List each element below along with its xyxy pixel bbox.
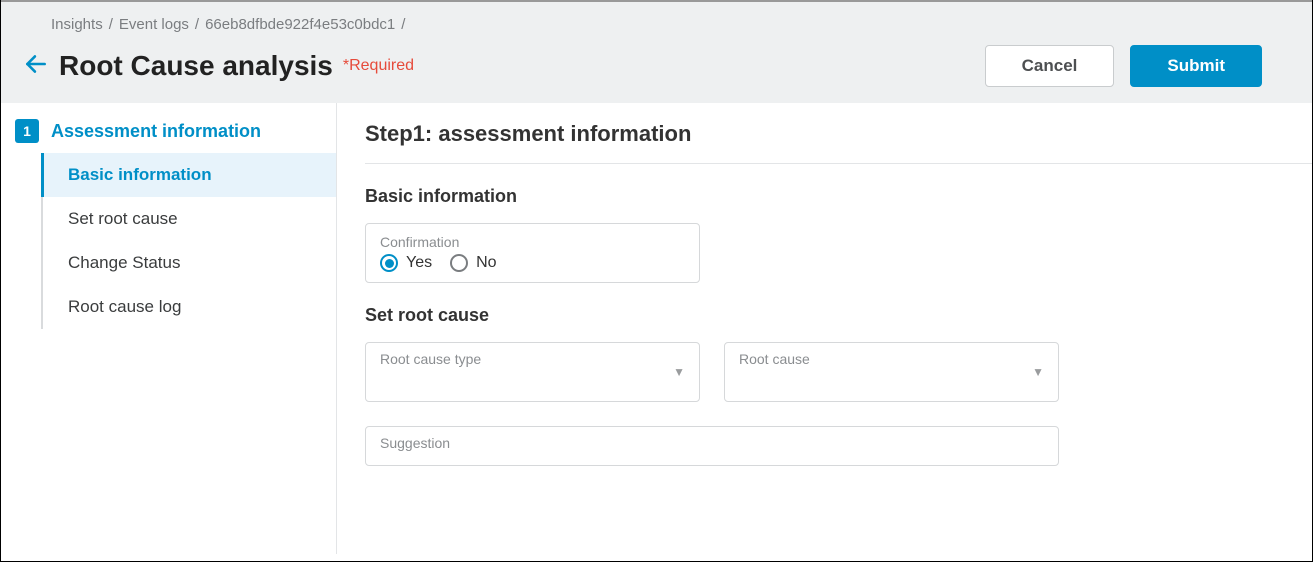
content-heading: Step1: assessment information [365, 121, 1312, 164]
confirmation-card: Confirmation Yes No [365, 223, 700, 283]
back-arrow-icon[interactable] [23, 51, 49, 81]
sidebar-item-label: Change Status [68, 253, 180, 273]
sidebar-item-label: Set root cause [68, 209, 178, 229]
cancel-button[interactable]: Cancel [985, 45, 1115, 87]
radio-label: No [476, 254, 496, 272]
sidebar-item-change-status[interactable]: Change Status [41, 241, 336, 285]
breadcrumb-sep: / [109, 16, 113, 33]
breadcrumb-event-logs[interactable]: Event logs [119, 16, 189, 33]
required-note: *Required [343, 57, 414, 75]
sidebar-item-label: Basic information [68, 165, 212, 185]
step-header[interactable]: 1 Assessment information [15, 119, 336, 143]
select-label: Root cause [739, 351, 1044, 367]
radio-icon [450, 254, 468, 272]
sidebar-item-set-root-cause[interactable]: Set root cause [41, 197, 336, 241]
radio-icon [380, 254, 398, 272]
content: Step1: assessment information Basic info… [336, 103, 1312, 554]
breadcrumb-sep: / [195, 16, 199, 33]
page-title: Root Cause analysis [59, 50, 333, 82]
radio-label: Yes [406, 254, 432, 272]
suggestion-label: Suggestion [380, 435, 1044, 451]
sidebar-item-root-cause-log[interactable]: Root cause log [41, 285, 336, 329]
confirmation-label: Confirmation [380, 234, 685, 250]
sidebar-item-label: Root cause log [68, 297, 181, 317]
step-number-badge: 1 [15, 119, 39, 143]
section-set-root-cause: Set root cause [365, 305, 1312, 326]
root-cause-select[interactable]: Root cause ▼ [724, 342, 1059, 402]
sidebar-item-basic-information[interactable]: Basic information [41, 153, 336, 197]
chevron-down-icon: ▼ [673, 365, 685, 379]
chevron-down-icon: ▼ [1032, 365, 1044, 379]
section-basic-information: Basic information [365, 186, 1312, 207]
radio-no[interactable]: No [450, 254, 496, 272]
step-label: Assessment information [51, 121, 261, 142]
sidebar: 1 Assessment information Basic informati… [1, 103, 336, 554]
breadcrumb-sep: / [401, 16, 405, 33]
root-cause-type-select[interactable]: Root cause type ▼ [365, 342, 700, 402]
radio-yes[interactable]: Yes [380, 254, 432, 272]
submit-button[interactable]: Submit [1130, 45, 1262, 87]
suggestion-input[interactable]: Suggestion [365, 426, 1059, 466]
select-label: Root cause type [380, 351, 685, 367]
breadcrumb-insights[interactable]: Insights [51, 16, 103, 33]
breadcrumb: Insights / Event logs / 66eb8dfbde922f4e… [51, 16, 1262, 33]
breadcrumb-id[interactable]: 66eb8dfbde922f4e53c0bdc1 [205, 16, 395, 33]
